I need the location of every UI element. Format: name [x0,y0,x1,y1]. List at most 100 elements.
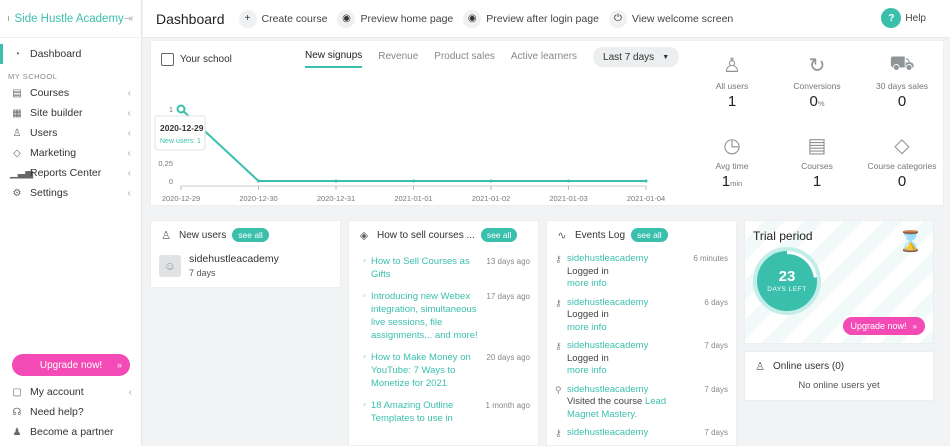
more-info-link[interactable]: more info [567,322,677,335]
stat-conversions[interactable]: ↻ Conversions 0% [774,51,860,111]
pulse-icon: ∿ [557,229,567,242]
exit-icon[interactable]: ⇥ [124,12,133,25]
brand-name[interactable]: Side Hustle Academy [14,13,123,25]
stat-courses[interactable]: ▤ Courses 1 [774,131,860,191]
trial-title: Trial period [753,229,813,243]
list-item: ⚷ sidehustleacademy 7 days [547,427,736,440]
card-title: Online users (0) [773,360,845,372]
bullet-icon: ◦ [363,400,366,409]
eye-icon: ◉ [463,9,482,28]
days-left-label: DAYS LEFT [767,286,807,293]
card-header: ◈ How to sell courses ... see all [349,221,538,249]
blog-title[interactable]: 18 Amazing Outline Templates to use in [371,399,486,425]
event-user[interactable]: sidehustleacademy [567,384,677,397]
data-point[interactable] [567,179,570,183]
tooltip-text: New users: 1 [160,138,201,145]
key-icon: ⚷ [555,341,562,351]
stat-avg-time[interactable]: ◷ Avg time 1min [689,131,775,191]
trial-upgrade-button[interactable]: Upgrade now! » [842,317,925,335]
upgrade-button[interactable]: Upgrade now! » [12,354,130,376]
headset-icon: ☊ [12,406,22,418]
user-name: sidehustleacademy [189,253,279,265]
tooltip-date: 2020-12-29 [160,123,204,133]
see-all-button[interactable]: see all [232,228,269,242]
key-icon: ⚷ [555,428,562,438]
tab-product-sales[interactable]: Product sales [434,51,495,67]
blog-title[interactable]: How to Make Money on YouTube: 7 Ways to … [371,351,486,390]
data-point[interactable] [412,179,415,183]
more-info-link[interactable]: more info [567,365,677,378]
clock-icon: ◷ [723,134,741,157]
sidebar-item-courses[interactable]: ▤ Courses ‹ [0,83,141,103]
chevron-left-icon: ‹ [127,167,131,179]
event-user[interactable]: sidehustleacademy [567,253,677,266]
welcome-screen-button[interactable]: ⏻ View welcome screen [608,9,733,28]
sidebar-item-need-help[interactable]: ☊ Need help? [0,402,142,422]
stat-label: Avg time [715,161,749,171]
see-all-button[interactable]: see all [631,228,668,242]
list-item[interactable]: ◦ How to Sell Courses as Gifts 13 days a… [349,255,538,281]
sidebar-item-site-builder[interactable]: ▦ Site builder ‹ [0,103,141,123]
sidebar-item-users[interactable]: ♙ Users ‹ [0,123,141,143]
chart-tooltip: 2020-12-29 New users: 1 [154,115,206,151]
upgrade-label: Upgrade now! [850,321,907,331]
blog-title[interactable]: Introducing new Webex integration, simul… [371,290,486,342]
stat-30-days-sales[interactable]: ⛟ 30 days sales 0 [859,51,945,111]
sidebar-item-label: Become a partner [30,426,114,438]
sidebar-item-dashboard[interactable]: ◔ Dashboard [0,44,141,64]
event-user[interactable]: sidehustleacademy [567,340,677,353]
tag-icon: ◇ [13,147,21,159]
stat-value: 1 [812,173,822,190]
sidebar-item-my-account[interactable]: ▢ My account ‹ [0,382,142,402]
data-point[interactable] [176,104,186,114]
sidebar-item-reports-center[interactable]: ▁▃▅ Reports Center ‹ [0,163,141,183]
key-icon: ⚷ [555,297,562,308]
chevron-left-icon: ‹ [127,127,131,139]
hourglass-icon: ⌛ [898,231,923,253]
y-tick-label: 0.25 [158,159,173,168]
reports-icon: ▁▃▅ [10,167,34,179]
help-button[interactable]: ? Help [881,8,926,28]
date-range-value: Last 7 days [603,51,655,63]
chevron-left-icon: ‹ [127,187,131,199]
event-user[interactable]: sidehustleacademy [567,297,677,310]
data-point[interactable] [644,179,648,183]
data-point[interactable] [257,179,260,183]
event-action: Logged in [567,352,609,364]
create-course-button[interactable]: + Create course [238,9,327,28]
stat-value: 1min [721,173,743,190]
preview-login-button[interactable]: ◉ Preview after login page [463,9,599,28]
event-user[interactable]: sidehustleacademy [567,427,677,440]
sidebar-item-become-partner[interactable]: ♟ Become a partner [0,422,142,442]
calendar-icon [161,53,174,66]
data-point[interactable] [489,179,493,183]
event-time: 7 days [704,341,728,350]
empty-state: No online users yet [798,380,880,391]
plus-icon: + [238,9,257,28]
stat-all-users[interactable]: ♙ All users 1 [689,51,775,111]
tab-revenue[interactable]: Revenue [378,51,418,67]
list-item[interactable]: ◦ Introducing new Webex integration, sim… [349,290,538,342]
see-all-button[interactable]: see all [480,228,518,242]
sidebar-item-label: Reports Center [30,167,102,179]
date-range-select[interactable]: Last 7 days ▼ [593,47,680,67]
tab-new-signups[interactable]: New signups [305,50,363,68]
stat-label: 30 days sales [876,81,928,91]
sidebar-item-settings[interactable]: ⚙ Settings ‹ [0,183,141,203]
brand: Side Hustle Academy ⇥ [0,0,141,38]
stat-course-categories[interactable]: ◇ Course categories 0 [859,131,945,191]
tab-active-learners[interactable]: Active learners [511,51,577,67]
blog-title[interactable]: How to Sell Courses as Gifts [371,255,486,281]
chevron-left-icon: ‹ [127,107,131,119]
list-item[interactable]: ◦ 18 Amazing Outline Templates to use in… [349,399,538,425]
stat-label: Course categories [867,161,937,171]
user-days: 7 days [189,268,216,278]
event-time: 7 days [704,384,728,394]
sidebar-item-marketing[interactable]: ◇ Marketing ‹ [0,143,141,163]
list-item[interactable]: ☺ sidehustleacademy 7 days [151,249,340,282]
new-users-card: ♙ New users see all ☺ sidehustleacademy … [150,220,341,288]
data-point[interactable] [334,179,338,183]
list-item[interactable]: ◦ How to Make Money on YouTube: 7 Ways t… [349,351,538,390]
more-info-link[interactable]: more info [567,278,677,291]
preview-home-button[interactable]: ◉ Preview home page [337,9,453,28]
